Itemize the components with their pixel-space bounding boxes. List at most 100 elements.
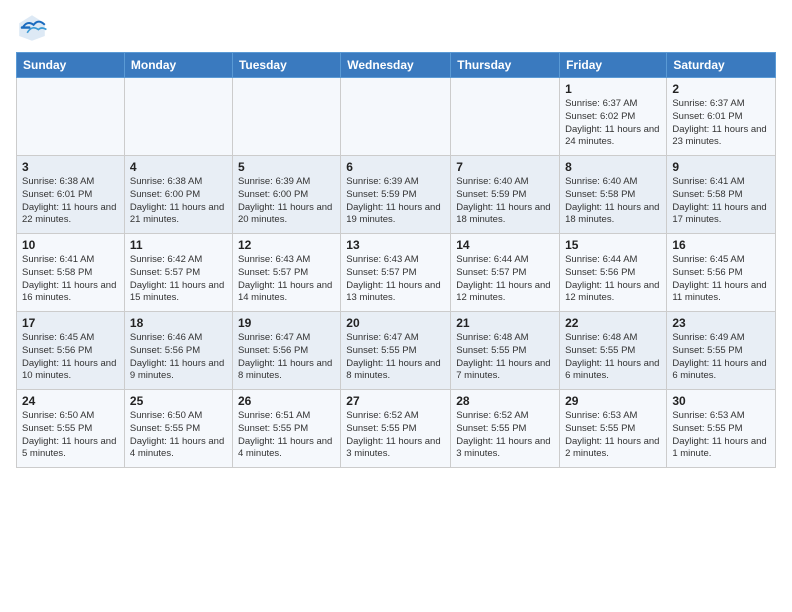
day-info: Sunrise: 6:37 AM Sunset: 6:02 PM Dayligh…	[565, 98, 661, 149]
weekday-header-sunday: Sunday	[17, 53, 125, 78]
day-number: 29	[565, 394, 661, 408]
day-info: Sunrise: 6:52 AM Sunset: 5:55 PM Dayligh…	[456, 410, 554, 461]
day-info: Sunrise: 6:49 AM Sunset: 5:55 PM Dayligh…	[672, 332, 770, 383]
calendar-cell: 27 Sunrise: 6:52 AM Sunset: 5:55 PM Dayli…	[341, 390, 451, 468]
day-number: 14	[456, 238, 554, 252]
calendar-cell	[341, 78, 451, 156]
calendar-cell	[17, 78, 125, 156]
calendar-cell: 21 Sunrise: 6:48 AM Sunset: 5:55 PM Dayli…	[451, 312, 560, 390]
day-info: Sunrise: 6:50 AM Sunset: 5:55 PM Dayligh…	[22, 410, 119, 461]
day-info: Sunrise: 6:44 AM Sunset: 5:57 PM Dayligh…	[456, 254, 554, 305]
weekday-header-thursday: Thursday	[451, 53, 560, 78]
day-number: 20	[346, 316, 445, 330]
calendar-cell: 1Sunrise: 6:37 AM Sunset: 6:02 PM Daylig…	[560, 78, 667, 156]
day-number: 15	[565, 238, 661, 252]
calendar-cell: 16 Sunrise: 6:45 AM Sunset: 5:56 PM Dayli…	[667, 234, 776, 312]
calendar-cell: 10Sunrise: 6:41 AM Sunset: 5:58 PM Dayli…	[17, 234, 125, 312]
day-info: Sunrise: 6:43 AM Sunset: 5:57 PM Dayligh…	[238, 254, 335, 305]
day-info: Sunrise: 6:38 AM Sunset: 6:00 PM Dayligh…	[130, 176, 227, 227]
week-row-3: 17 Sunrise: 6:45 AM Sunset: 5:56 PM Dayli…	[17, 312, 776, 390]
day-info: Sunrise: 6:40 AM Sunset: 5:59 PM Dayligh…	[456, 176, 554, 227]
day-info: Sunrise: 6:45 AM Sunset: 5:56 PM Dayligh…	[22, 332, 119, 383]
calendar-cell: 8 Sunrise: 6:40 AM Sunset: 5:58 PM Daylig…	[560, 156, 667, 234]
calendar: SundayMondayTuesdayWednesdayThursdayFrid…	[16, 52, 776, 468]
calendar-cell: 3 Sunrise: 6:38 AM Sunset: 6:01 PM Daylig…	[17, 156, 125, 234]
day-number: 4	[130, 160, 227, 174]
day-number: 10	[22, 238, 119, 252]
day-number: 19	[238, 316, 335, 330]
day-info: Sunrise: 6:52 AM Sunset: 5:55 PM Dayligh…	[346, 410, 445, 461]
day-info: Sunrise: 6:39 AM Sunset: 5:59 PM Dayligh…	[346, 176, 445, 227]
week-row-0: 1Sunrise: 6:37 AM Sunset: 6:02 PM Daylig…	[17, 78, 776, 156]
calendar-cell: 7Sunrise: 6:40 AM Sunset: 5:59 PM Daylig…	[451, 156, 560, 234]
weekday-header-monday: Monday	[124, 53, 232, 78]
day-number: 13	[346, 238, 445, 252]
day-info: Sunrise: 6:45 AM Sunset: 5:56 PM Dayligh…	[672, 254, 770, 305]
day-number: 17	[22, 316, 119, 330]
day-number: 3	[22, 160, 119, 174]
day-info: Sunrise: 6:42 AM Sunset: 5:57 PM Dayligh…	[130, 254, 227, 305]
day-info: Sunrise: 6:47 AM Sunset: 5:55 PM Dayligh…	[346, 332, 445, 383]
header	[16, 12, 776, 44]
calendar-cell: 19 Sunrise: 6:47 AM Sunset: 5:56 PM Dayli…	[232, 312, 340, 390]
week-row-2: 10Sunrise: 6:41 AM Sunset: 5:58 PM Dayli…	[17, 234, 776, 312]
calendar-cell: 17 Sunrise: 6:45 AM Sunset: 5:56 PM Dayli…	[17, 312, 125, 390]
calendar-cell: 9 Sunrise: 6:41 AM Sunset: 5:58 PM Daylig…	[667, 156, 776, 234]
week-row-1: 3 Sunrise: 6:38 AM Sunset: 6:01 PM Daylig…	[17, 156, 776, 234]
day-number: 24	[22, 394, 119, 408]
day-number: 9	[672, 160, 770, 174]
calendar-cell: 11 Sunrise: 6:42 AM Sunset: 5:57 PM Dayli…	[124, 234, 232, 312]
calendar-cell	[451, 78, 560, 156]
calendar-cell: 28 Sunrise: 6:52 AM Sunset: 5:55 PM Dayli…	[451, 390, 560, 468]
weekday-header-friday: Friday	[560, 53, 667, 78]
week-row-4: 24 Sunrise: 6:50 AM Sunset: 5:55 PM Dayli…	[17, 390, 776, 468]
day-info: Sunrise: 6:40 AM Sunset: 5:58 PM Dayligh…	[565, 176, 661, 227]
day-number: 28	[456, 394, 554, 408]
day-info: Sunrise: 6:47 AM Sunset: 5:56 PM Dayligh…	[238, 332, 335, 383]
day-number: 25	[130, 394, 227, 408]
weekday-header-tuesday: Tuesday	[232, 53, 340, 78]
calendar-cell: 13 Sunrise: 6:43 AM Sunset: 5:57 PM Dayli…	[341, 234, 451, 312]
calendar-cell: 20 Sunrise: 6:47 AM Sunset: 5:55 PM Dayli…	[341, 312, 451, 390]
day-info: Sunrise: 6:38 AM Sunset: 6:01 PM Dayligh…	[22, 176, 119, 227]
logo	[16, 12, 52, 44]
calendar-cell: 22 Sunrise: 6:48 AM Sunset: 5:55 PM Dayli…	[560, 312, 667, 390]
page-container: SundayMondayTuesdayWednesdayThursdayFrid…	[0, 0, 792, 476]
day-info: Sunrise: 6:43 AM Sunset: 5:57 PM Dayligh…	[346, 254, 445, 305]
calendar-cell: 6 Sunrise: 6:39 AM Sunset: 5:59 PM Daylig…	[341, 156, 451, 234]
day-info: Sunrise: 6:51 AM Sunset: 5:55 PM Dayligh…	[238, 410, 335, 461]
calendar-cell: 25Sunrise: 6:50 AM Sunset: 5:55 PM Dayli…	[124, 390, 232, 468]
calendar-cell: 2Sunrise: 6:37 AM Sunset: 6:01 PM Daylig…	[667, 78, 776, 156]
day-info: Sunrise: 6:48 AM Sunset: 5:55 PM Dayligh…	[456, 332, 554, 383]
logo-icon	[16, 12, 48, 44]
day-number: 5	[238, 160, 335, 174]
day-number: 8	[565, 160, 661, 174]
calendar-cell: 15Sunrise: 6:44 AM Sunset: 5:56 PM Dayli…	[560, 234, 667, 312]
calendar-cell: 30 Sunrise: 6:53 AM Sunset: 5:55 PM Dayli…	[667, 390, 776, 468]
day-number: 22	[565, 316, 661, 330]
calendar-cell: 4 Sunrise: 6:38 AM Sunset: 6:00 PM Daylig…	[124, 156, 232, 234]
day-number: 23	[672, 316, 770, 330]
calendar-cell: 29 Sunrise: 6:53 AM Sunset: 5:55 PM Dayli…	[560, 390, 667, 468]
day-number: 21	[456, 316, 554, 330]
day-info: Sunrise: 6:39 AM Sunset: 6:00 PM Dayligh…	[238, 176, 335, 227]
day-number: 11	[130, 238, 227, 252]
calendar-cell: 18Sunrise: 6:46 AM Sunset: 5:56 PM Dayli…	[124, 312, 232, 390]
day-number: 16	[672, 238, 770, 252]
calendar-cell: 23 Sunrise: 6:49 AM Sunset: 5:55 PM Dayli…	[667, 312, 776, 390]
calendar-cell: 24 Sunrise: 6:50 AM Sunset: 5:55 PM Dayli…	[17, 390, 125, 468]
weekday-header-wednesday: Wednesday	[341, 53, 451, 78]
calendar-cell	[124, 78, 232, 156]
day-info: Sunrise: 6:53 AM Sunset: 5:55 PM Dayligh…	[565, 410, 661, 461]
weekday-header-saturday: Saturday	[667, 53, 776, 78]
day-info: Sunrise: 6:48 AM Sunset: 5:55 PM Dayligh…	[565, 332, 661, 383]
calendar-cell: 26Sunrise: 6:51 AM Sunset: 5:55 PM Dayli…	[232, 390, 340, 468]
day-number: 12	[238, 238, 335, 252]
day-number: 27	[346, 394, 445, 408]
day-number: 2	[672, 82, 770, 96]
calendar-cell	[232, 78, 340, 156]
day-number: 30	[672, 394, 770, 408]
day-number: 6	[346, 160, 445, 174]
day-info: Sunrise: 6:41 AM Sunset: 5:58 PM Dayligh…	[672, 176, 770, 227]
day-info: Sunrise: 6:53 AM Sunset: 5:55 PM Dayligh…	[672, 410, 770, 461]
